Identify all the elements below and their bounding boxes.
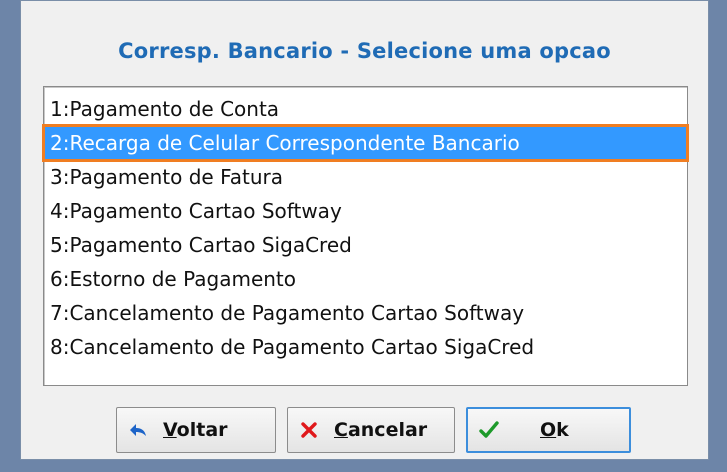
checkmark-icon: [478, 419, 500, 441]
list-item[interactable]: 3:Pagamento de Fatura: [44, 160, 687, 194]
voltar-label: Voltar: [163, 419, 228, 441]
voltar-button[interactable]: Voltar: [116, 407, 276, 453]
options-listbox[interactable]: 1:Pagamento de Conta 2:Recarga de Celular…: [42, 86, 689, 386]
ok-label: Ok: [540, 419, 569, 441]
dialog-window: Corresp. Bancario - Selecione uma opcao …: [20, 0, 709, 460]
ok-button[interactable]: Ok: [466, 407, 631, 453]
list-item[interactable]: 8:Cancelamento de Pagamento Cartao SigaC…: [44, 330, 687, 364]
cancelar-label: Cancelar: [334, 419, 428, 441]
dialog-title: Corresp. Bancario - Selecione uma opcao: [118, 39, 611, 63]
list-item[interactable]: 6:Estorno de Pagamento: [44, 262, 687, 296]
list-item[interactable]: 1:Pagamento de Conta: [44, 92, 687, 126]
list-item[interactable]: 2:Recarga de Celular Correspondente Banc…: [42, 124, 689, 162]
close-icon: [298, 419, 320, 441]
list-item[interactable]: 5:Pagamento Cartao SigaCred: [44, 228, 687, 262]
list-item[interactable]: 7:Cancelamento de Pagamento Cartao Softw…: [44, 296, 687, 330]
list-item[interactable]: 4:Pagamento Cartao Softway: [44, 194, 687, 228]
cancelar-button[interactable]: Cancelar: [287, 407, 455, 453]
back-arrow-icon: [127, 419, 149, 441]
